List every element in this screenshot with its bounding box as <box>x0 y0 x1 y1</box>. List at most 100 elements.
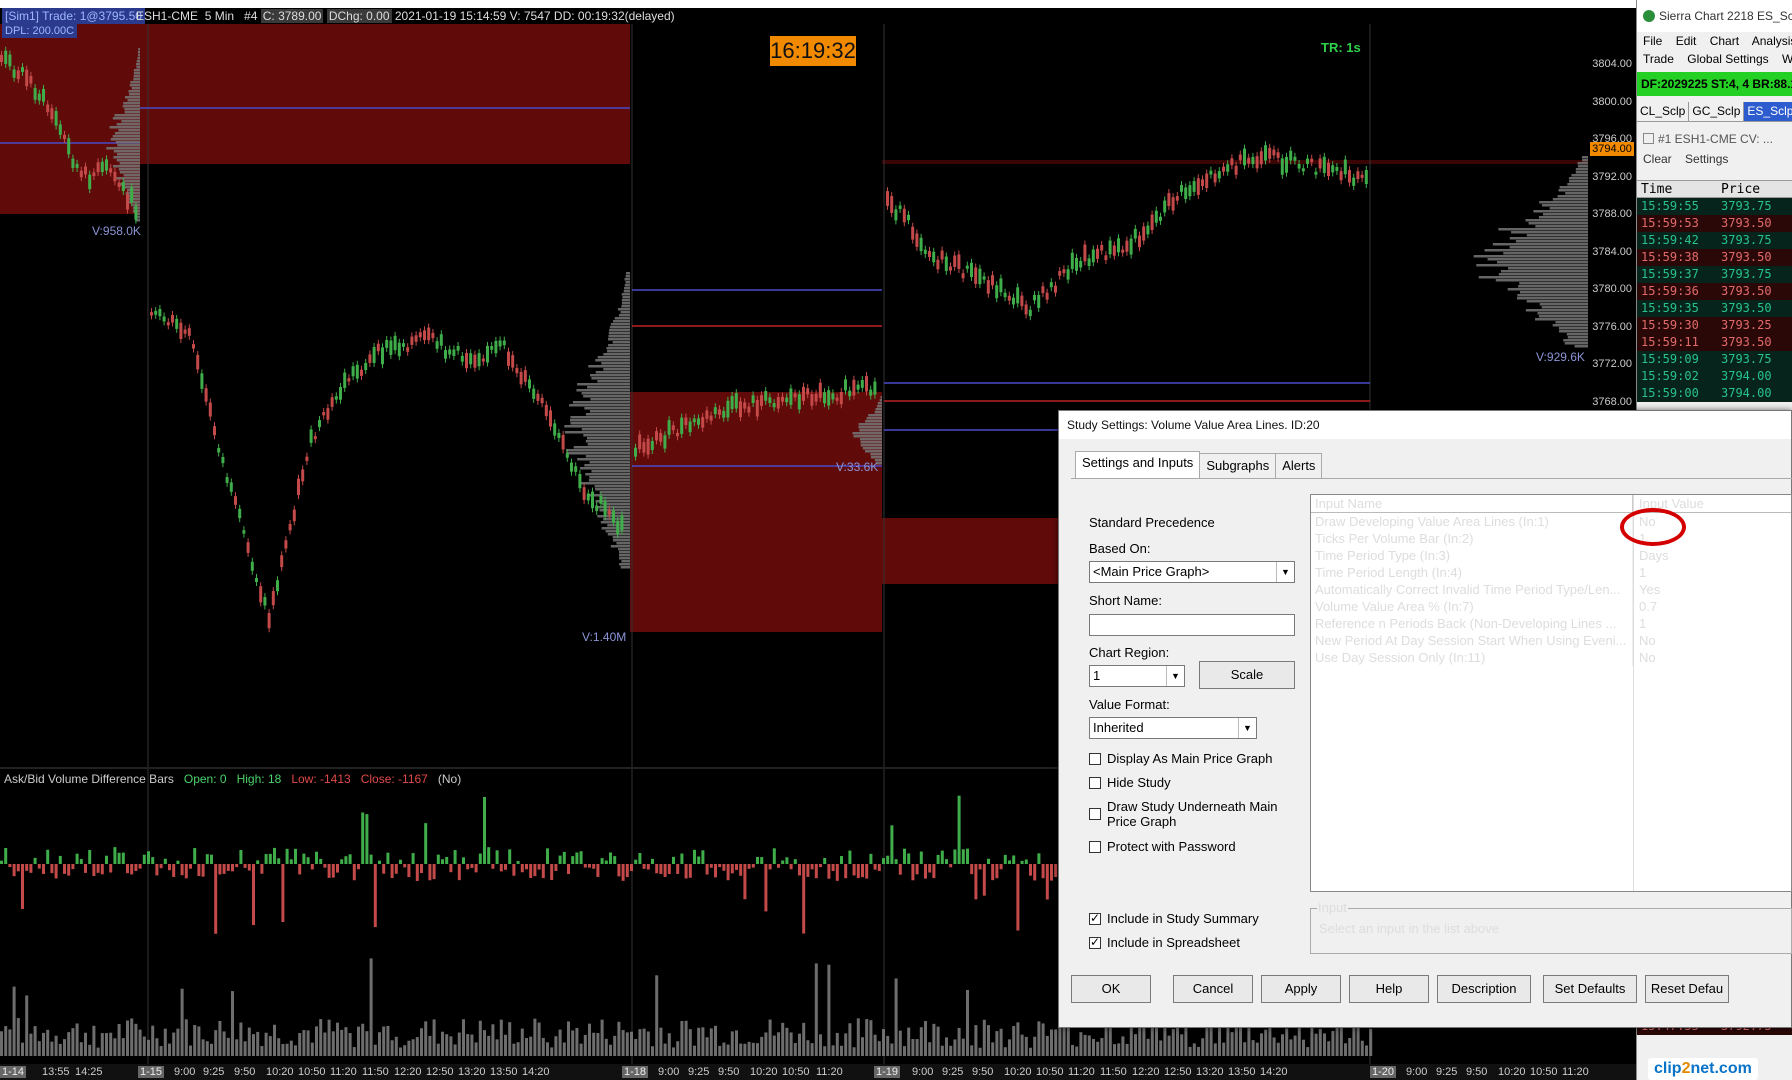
checkbox-box[interactable] <box>1089 808 1101 820</box>
include-in-spreadsheet-checkbox[interactable]: Include in Spreadsheet <box>1089 935 1240 950</box>
tas-settings[interactable]: Settings <box>1685 152 1728 166</box>
checkbox-box[interactable] <box>1089 777 1101 789</box>
input-row[interactable]: Volume Value Area % (In:7) 0.7 <box>1311 598 1791 615</box>
include-in-study-summary-checkbox[interactable]: Include in Study Summary <box>1089 911 1259 926</box>
volume-bar <box>1247 1026 1251 1056</box>
value-area-line <box>882 160 1588 164</box>
volume-profile-bar <box>572 401 630 404</box>
tas-row[interactable]: 15:59:42 3793.75 <box>1637 232 1792 249</box>
chevron-down-icon[interactable]: ▼ <box>1276 562 1294 582</box>
input-row[interactable]: Ticks Per Volume Bar (In:2) 1 <box>1311 530 1791 547</box>
menu-file[interactable]: File <box>1643 34 1662 48</box>
candle-body <box>179 322 183 339</box>
based-on-select[interactable]: <Main Price Graph> ▼ <box>1089 561 1295 583</box>
reset-defaults-button[interactable]: Reset Defau <box>1645 975 1729 1003</box>
value-format-select[interactable]: Inherited ▼ <box>1089 717 1257 739</box>
menu-window[interactable]: Wi <box>1782 52 1792 66</box>
time-and-sales-list[interactable]: 15:59:55 3793.75 15:59:53 3793.50 15:59:42 37… <box>1637 198 1792 402</box>
candle-body <box>1352 177 1356 186</box>
checkbox-box[interactable] <box>1089 935 1101 949</box>
hide-study-checkbox[interactable]: Hide Study <box>1089 775 1171 790</box>
col-price[interactable]: Price <box>1721 181 1760 197</box>
chevron-down-icon[interactable]: ▼ <box>1238 718 1256 738</box>
tas-row[interactable]: 15:59:02 3794.00 <box>1637 368 1792 385</box>
menu-chart[interactable]: Chart <box>1710 34 1739 48</box>
tas-row[interactable]: 15:59:38 3793.50 <box>1637 249 1792 266</box>
menu-global-settings[interactable]: Global Settings <box>1687 52 1768 66</box>
cancel-button[interactable]: Cancel <box>1173 975 1253 1003</box>
chart-region-select[interactable]: 1 ▼ <box>1089 665 1185 687</box>
tas-row[interactable]: 15:59:35 3793.50 <box>1637 300 1792 317</box>
input-value[interactable]: Yes <box>1633 581 1660 598</box>
input-row[interactable]: Automatically Correct Invalid Time Perio… <box>1311 581 1791 598</box>
tab-subgraphs[interactable]: Subgraphs <box>1199 453 1277 479</box>
tas-row[interactable]: 15:59:37 3793.75 <box>1637 266 1792 283</box>
tab-gc-sclp[interactable]: GC_Sclp <box>1689 102 1745 121</box>
col-input-name[interactable]: Input Name <box>1311 495 1633 512</box>
description-button[interactable]: Description <box>1437 975 1531 1003</box>
sierra-title-bar[interactable]: Sierra Chart 2218 ES_Scl... <box>1637 0 1792 32</box>
tas-row[interactable]: 15:59:11 3793.50 <box>1637 334 1792 351</box>
volume-bar <box>600 1019 604 1056</box>
tas-row[interactable]: 15:59:30 3793.25 <box>1637 317 1792 334</box>
draw-study-underneath-checkbox[interactable]: Draw Study Underneath Main Price Graph <box>1089 799 1279 829</box>
input-value[interactable]: 1 <box>1633 615 1646 632</box>
volume-profile-bar <box>601 527 630 530</box>
volume-bar <box>365 1031 369 1056</box>
tab-settings-and-inputs[interactable]: Settings and Inputs <box>1075 451 1201 479</box>
volume-bar <box>306 1030 310 1056</box>
input-value[interactable]: No <box>1633 649 1656 666</box>
tas-clear[interactable]: Clear <box>1643 152 1672 166</box>
dialog-title[interactable]: Study Settings: Volume Value Area Lines.… <box>1059 411 1791 439</box>
tas-row[interactable]: 15:59:55 3793.75 <box>1637 198 1792 215</box>
input-row[interactable]: Time Period Type (In:3) Days <box>1311 547 1791 564</box>
chevron-down-icon[interactable]: ▼ <box>1166 666 1184 686</box>
volume-bar <box>953 1039 957 1056</box>
time-tick-label: 12:20 <box>394 1066 422 1078</box>
input-value[interactable]: Days <box>1633 547 1669 564</box>
volume-profile-bar <box>603 368 630 371</box>
input-value[interactable]: No <box>1633 632 1656 649</box>
menu-trade[interactable]: Trade <box>1643 52 1674 66</box>
checkbox-box[interactable] <box>1089 753 1101 765</box>
display-as-main-price-graph-checkbox[interactable]: Display As Main Price Graph <box>1089 751 1272 766</box>
col-time[interactable]: Time <box>1637 181 1721 197</box>
candle-body <box>498 340 502 347</box>
price-axis[interactable]: 3804.00 3800.00 3796.00 3792.00 3788.00 3784.… <box>1588 8 1636 428</box>
short-name-input[interactable] <box>1089 614 1295 636</box>
tab-cl-sclp[interactable]: CL_Sclp <box>1637 102 1690 121</box>
tas-row[interactable]: 15:59:00 3794.00 <box>1637 385 1792 402</box>
input-row[interactable]: New Period At Day Session Start When Usi… <box>1311 632 1791 649</box>
checkbox-box[interactable] <box>1089 841 1101 853</box>
delta-bar <box>1012 855 1016 864</box>
ok-button[interactable]: OK <box>1071 975 1151 1003</box>
input-row[interactable]: Time Period Length (In:4) 1 <box>1311 564 1791 581</box>
input-value[interactable]: 1 <box>1633 564 1646 581</box>
input-row[interactable]: Draw Developing Value Area Lines (In:1) N… <box>1311 513 1791 530</box>
scale-button[interactable]: Scale <box>1199 661 1295 689</box>
candle-body <box>67 138 71 155</box>
inputs-grid[interactable]: Input Name Input Value Draw Developing V… <box>1310 494 1792 892</box>
candle-body <box>54 111 58 126</box>
tas-row[interactable]: 15:59:53 3793.50 <box>1637 215 1792 232</box>
checkbox-box[interactable] <box>1089 911 1101 925</box>
protect-with-password-checkbox[interactable]: Protect with Password <box>1089 839 1236 854</box>
time-axis[interactable]: 1-14 13:55 14:25 1-15 9:00 9:25 9:50 10:20 10:50… <box>0 1064 1636 1080</box>
help-button[interactable]: Help <box>1349 975 1429 1003</box>
input-row[interactable]: Reference n Periods Back (Non-Developing… <box>1311 615 1791 632</box>
value-format-value: Inherited <box>1093 720 1144 735</box>
set-defaults-button[interactable]: Set Defaults <box>1543 975 1637 1003</box>
volume-bar <box>1079 1032 1083 1056</box>
menu-analysis[interactable]: Analysis <box>1752 34 1792 48</box>
volume-profile-bar <box>595 359 630 362</box>
volume-profile-bar <box>1495 279 1588 282</box>
input-value[interactable]: 0.7 <box>1633 598 1657 615</box>
tab-alerts[interactable]: Alerts <box>1275 453 1323 479</box>
volume-profile-bar <box>619 551 630 554</box>
menu-edit[interactable]: Edit <box>1676 34 1697 48</box>
tas-row[interactable]: 15:59:09 3793.75 <box>1637 351 1792 368</box>
apply-button[interactable]: Apply <box>1261 975 1341 1003</box>
tas-row[interactable]: 15:59:36 3793.50 <box>1637 283 1792 300</box>
input-row[interactable]: Use Day Session Only (In:11) No <box>1311 649 1791 666</box>
tab-es-sclp[interactable]: ES_Sclp <box>1744 102 1792 121</box>
